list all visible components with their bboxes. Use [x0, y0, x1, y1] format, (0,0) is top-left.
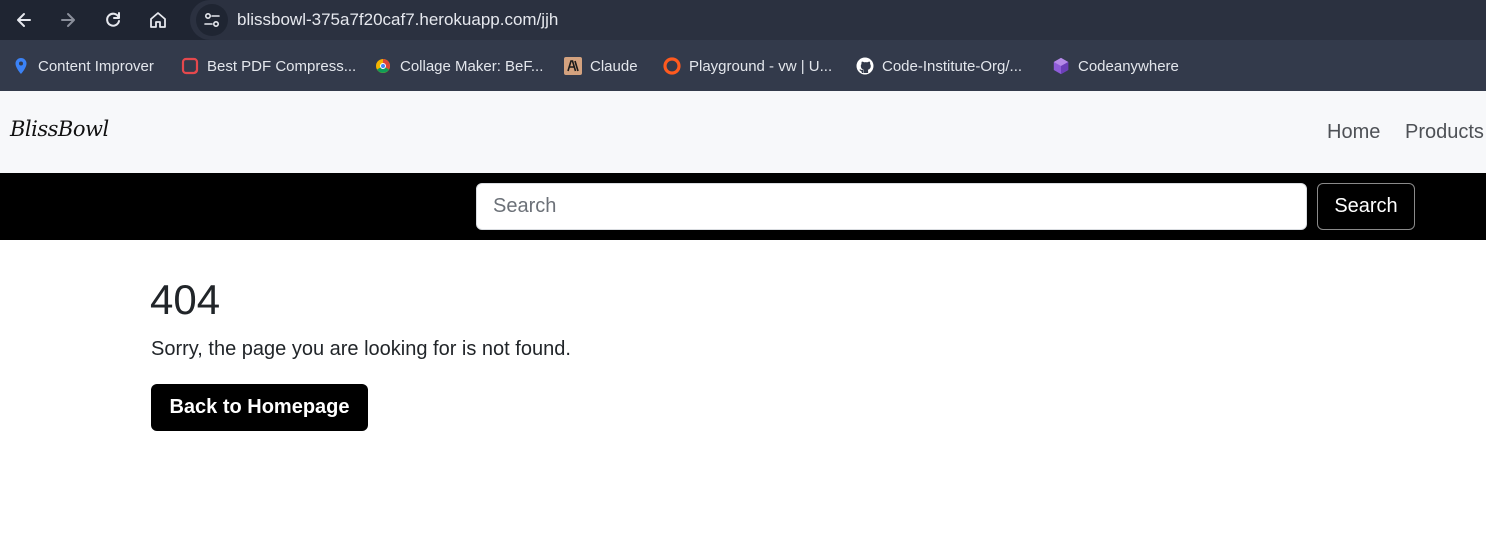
bookmark-label: Playground - vw | U...	[689, 57, 833, 75]
browser-toolbar: blissbowl-375a7f20caf7.herokuapp.com/jjh	[0, 0, 1486, 40]
collage-icon	[374, 57, 392, 75]
site-navbar: BlissBowl Home Products	[0, 91, 1486, 173]
bookmark-label: Claude	[590, 57, 638, 75]
forward-button[interactable]	[52, 4, 84, 36]
bookmark-playground[interactable]: Playground - vw | U...	[663, 54, 832, 78]
github-icon	[856, 57, 874, 75]
brand-logo[interactable]: BlissBowl	[10, 117, 109, 141]
bookmark-label: Collage Maker: BeF...	[400, 57, 544, 75]
arrow-left-icon	[17, 13, 31, 27]
bookmark-label: Codeanywhere	[1078, 57, 1179, 75]
reload-button[interactable]	[97, 4, 129, 36]
bookmark-content-improver[interactable]: Content Improver	[12, 54, 154, 78]
home-icon	[150, 12, 166, 28]
bookmark-codeanywhere[interactable]: Codeanywhere	[1052, 54, 1179, 78]
map-pin-icon	[12, 57, 30, 75]
bookmark-claude[interactable]: Claude	[564, 54, 638, 78]
bookmark-pdf-compress[interactable]: Best PDF Compress...	[181, 54, 356, 78]
nav-link-home[interactable]: Home	[1327, 121, 1380, 144]
bookmarks-bar: Content Improver Best PDF Compress... Co…	[0, 40, 1486, 91]
arrow-right-icon	[61, 13, 75, 27]
bookmark-label: Code-Institute-Org/...	[882, 57, 1023, 75]
bookmark-label: Content Improver	[38, 57, 154, 75]
url-text[interactable]: blissbowl-375a7f20caf7.herokuapp.com/jjh	[237, 10, 558, 30]
home-browser-button[interactable]	[142, 4, 174, 36]
search-input[interactable]	[476, 183, 1307, 230]
back-to-homepage-button[interactable]: Back to Homepage	[151, 384, 368, 431]
back-button[interactable]	[8, 4, 40, 36]
nav-link-products[interactable]: Products	[1405, 121, 1484, 144]
bookmark-collage-maker[interactable]: Collage Maker: BeF...	[374, 54, 543, 78]
error-message: Sorry, the page you are looking for is n…	[151, 338, 571, 360]
tune-icon	[204, 12, 220, 28]
anthropic-icon	[564, 57, 582, 75]
search-button[interactable]: Search	[1317, 183, 1415, 230]
bookmark-label: Best PDF Compress...	[207, 57, 357, 75]
reload-icon	[106, 12, 120, 27]
pdf-icon	[181, 57, 199, 75]
bookmark-code-institute[interactable]: Code-Institute-Org/...	[856, 54, 1022, 78]
playground-icon	[663, 57, 681, 75]
error-code: 404	[150, 276, 221, 323]
site-info-button[interactable]	[196, 4, 228, 36]
search-bar: Search	[0, 173, 1486, 240]
codeanywhere-icon	[1052, 57, 1070, 75]
